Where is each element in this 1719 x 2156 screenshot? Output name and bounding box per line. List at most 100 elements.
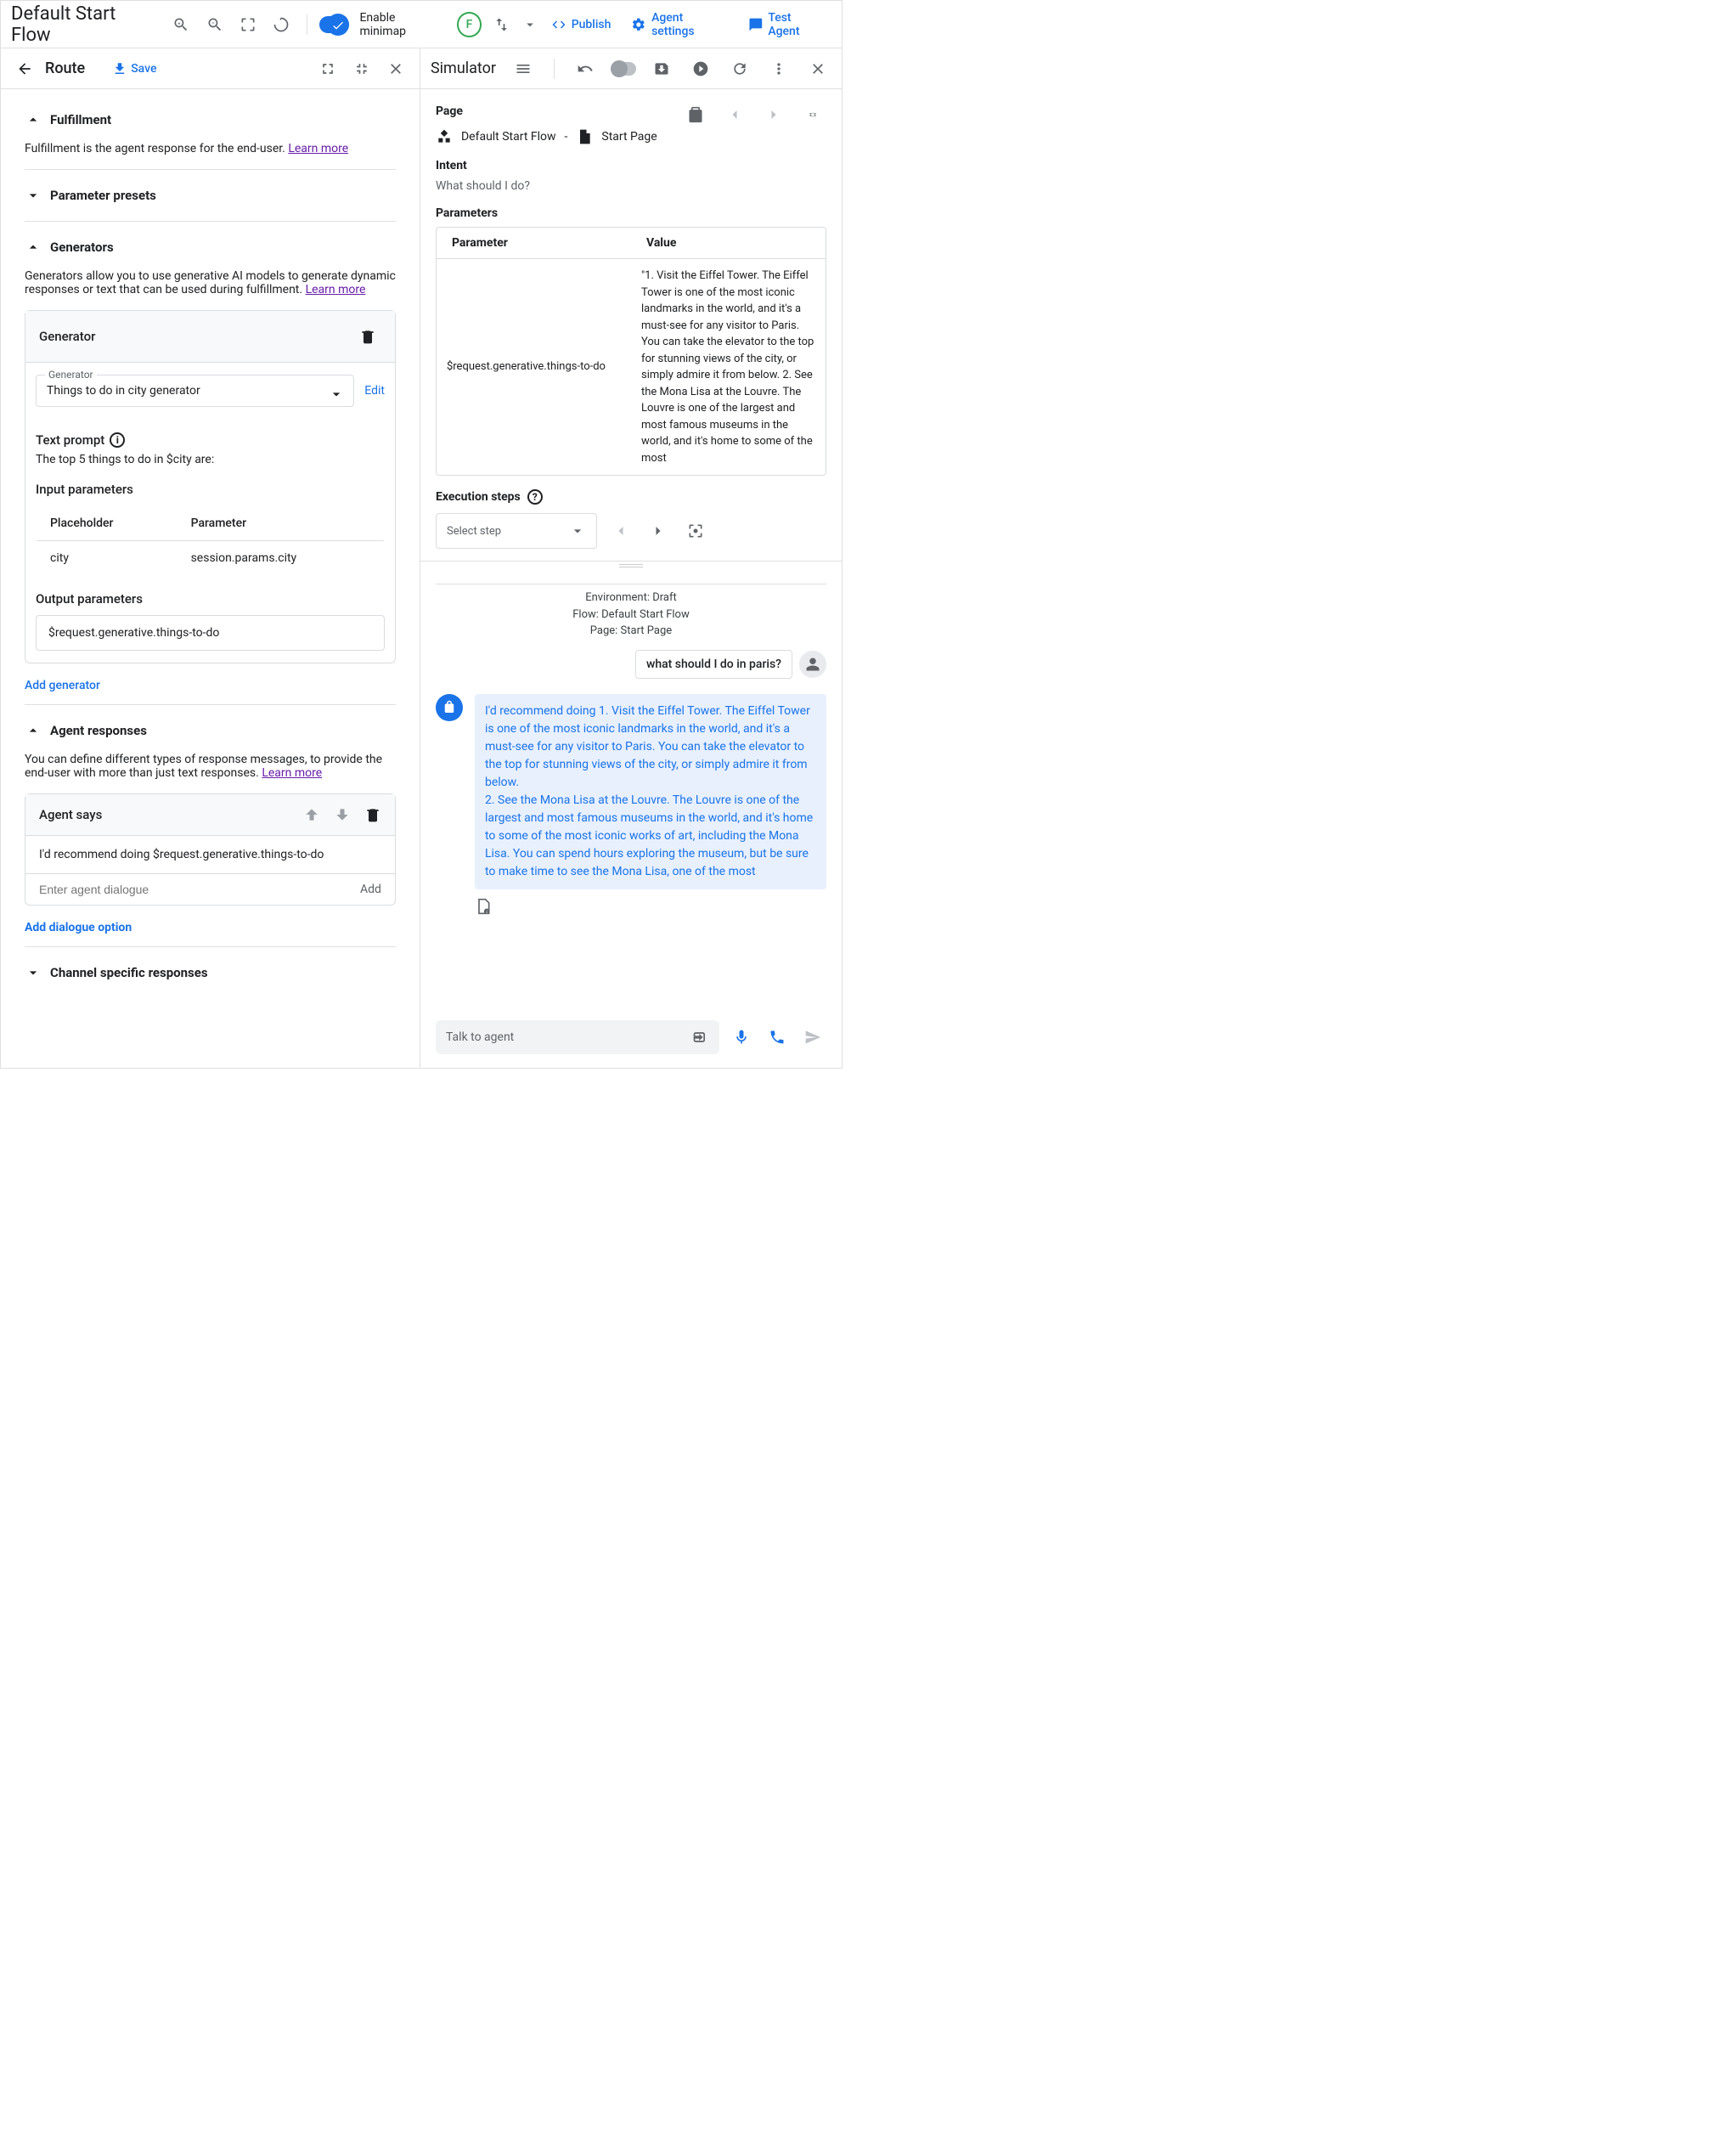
agent-says-card: Agent says I'd recommend doing $request.… xyxy=(25,793,396,906)
params-label: Parameters xyxy=(436,206,826,220)
svg-text:i: i xyxy=(487,910,488,915)
move-up-icon[interactable] xyxy=(303,806,320,823)
exit-fullscreen-icon[interactable] xyxy=(348,55,375,82)
route-title: Route xyxy=(45,59,85,77)
help-icon[interactable]: ? xyxy=(527,489,543,505)
chevron-down-icon xyxy=(25,187,42,204)
more-icon[interactable] xyxy=(765,55,792,82)
test-agent-label: Test Agent xyxy=(768,11,825,38)
mic-icon[interactable] xyxy=(728,1024,755,1051)
dropdown-arrow-icon xyxy=(328,386,345,403)
generators-header[interactable]: Generators xyxy=(25,234,396,261)
agent-responses-header[interactable]: Agent responses xyxy=(25,717,396,744)
play-icon[interactable] xyxy=(687,55,714,82)
separator xyxy=(554,59,555,79)
prev-icon[interactable] xyxy=(721,101,748,128)
param-presets-header[interactable]: Parameter presets xyxy=(25,182,396,209)
submit-icon[interactable] xyxy=(692,1029,709,1046)
page-icon xyxy=(576,128,593,145)
fulfillment-header[interactable]: Fulfillment xyxy=(25,106,396,133)
save-label: Save xyxy=(131,62,156,76)
generators-learn-more[interactable]: Learn more xyxy=(306,283,366,296)
add-generator-button[interactable]: Add generator xyxy=(25,679,100,692)
step-placeholder: Select step xyxy=(447,525,501,538)
input-params-label: Input parameters xyxy=(36,482,133,497)
intent-label: Intent xyxy=(436,159,826,172)
agent-settings-button[interactable]: Agent settings xyxy=(624,11,734,38)
fulfillment-desc: Fulfillment is the agent response for th… xyxy=(25,142,396,155)
output-params-label: Output parameters xyxy=(36,591,143,607)
breadcrumb-page[interactable]: Start Page xyxy=(601,130,657,144)
intent-value: What should I do? xyxy=(436,179,826,193)
channel-header[interactable]: Channel specific responses xyxy=(25,959,396,986)
add-button[interactable]: Add xyxy=(360,883,381,896)
agent-response-text[interactable]: I'd recommend doing $request.generative.… xyxy=(25,836,395,874)
send-icon[interactable] xyxy=(799,1024,826,1051)
dropdown-icon[interactable] xyxy=(522,11,538,38)
response-info-icon[interactable]: i xyxy=(475,898,492,915)
output-param-value[interactable]: $request.generative.things-to-do xyxy=(36,615,385,651)
rotate-icon[interactable] xyxy=(268,11,295,38)
phone-icon[interactable] xyxy=(764,1024,791,1051)
clipboard-icon[interactable] xyxy=(682,101,709,128)
fullscreen-icon[interactable] xyxy=(314,55,341,82)
breadcrumb: Default Start Flow - Start Page xyxy=(436,128,826,145)
prev-step-icon[interactable] xyxy=(607,517,634,545)
chat-input-row: Talk to agent xyxy=(420,1013,842,1068)
user-bubble: what should I do in paris? xyxy=(635,650,792,679)
next-icon[interactable] xyxy=(760,101,787,128)
generator-select-value: Things to do in city generator xyxy=(47,384,200,398)
sort-icon[interactable] xyxy=(488,11,515,38)
test-agent-button[interactable]: Test Agent xyxy=(741,11,831,38)
menu-icon[interactable] xyxy=(510,55,537,82)
table-row: city session.params.city xyxy=(37,541,385,576)
simulator-title: Simulator xyxy=(431,59,496,77)
close-icon[interactable] xyxy=(382,55,409,82)
back-icon[interactable] xyxy=(11,55,38,82)
chevron-up-icon xyxy=(25,722,42,739)
agent-responses-learn-more[interactable]: Learn more xyxy=(262,766,322,780)
edit-generator-link[interactable]: Edit xyxy=(364,384,385,398)
close-icon[interactable] xyxy=(804,55,831,82)
cell-value: "1. Visit the Eiffel Tower. The Eiffel T… xyxy=(631,259,826,475)
save-icon[interactable] xyxy=(648,55,675,82)
zoom-out-icon[interactable] xyxy=(201,11,228,38)
fit-view-icon[interactable] xyxy=(234,11,261,38)
publish-button[interactable]: Publish xyxy=(544,17,618,32)
generator-card-title: Generator xyxy=(39,329,95,344)
bot-avatar-icon xyxy=(436,694,463,721)
undo-icon[interactable] xyxy=(572,55,599,82)
dialogue-input[interactable] xyxy=(39,883,360,896)
avatar[interactable]: F xyxy=(457,12,482,37)
add-dialogue-button[interactable]: Add dialogue option xyxy=(25,921,132,934)
flow-icon xyxy=(436,128,453,145)
sim-toggle[interactable] xyxy=(611,62,636,76)
col-param: Parameter xyxy=(437,228,631,258)
refresh-icon[interactable] xyxy=(726,55,753,82)
resize-handle[interactable] xyxy=(420,562,842,570)
focus-icon[interactable] xyxy=(682,517,709,545)
zoom-in-icon[interactable] xyxy=(167,11,194,38)
breadcrumb-flow[interactable]: Default Start Flow xyxy=(461,130,556,144)
table-row: $request.generative.things-to-do "1. Vis… xyxy=(437,259,826,475)
text-prompt-label: Text prompt xyxy=(36,432,104,448)
generator-select[interactable]: Generator Things to do in city generator xyxy=(36,375,354,407)
chat-input[interactable]: Talk to agent xyxy=(436,1020,719,1054)
fulfillment-learn-more[interactable]: Learn more xyxy=(288,142,348,155)
publish-label: Publish xyxy=(572,18,612,31)
save-button[interactable]: Save xyxy=(112,61,156,76)
collapse-icon[interactable] xyxy=(799,101,826,128)
move-down-icon[interactable] xyxy=(334,806,351,823)
col-value: Value xyxy=(631,228,826,258)
fulfillment-title: Fulfillment xyxy=(50,112,111,127)
next-step-icon[interactable] xyxy=(645,517,672,545)
delete-icon[interactable] xyxy=(364,806,381,823)
minimap-toggle[interactable]: Enable minimap xyxy=(319,11,443,38)
help-icon[interactable]: i xyxy=(110,432,125,448)
agent-responses-title: Agent responses xyxy=(50,723,147,738)
generator-card: Generator Generator Things to do in city… xyxy=(25,310,396,663)
channel-title: Channel specific responses xyxy=(50,965,208,980)
delete-icon[interactable] xyxy=(354,323,381,350)
step-select[interactable]: Select step xyxy=(436,513,597,549)
chevron-up-icon xyxy=(25,111,42,128)
